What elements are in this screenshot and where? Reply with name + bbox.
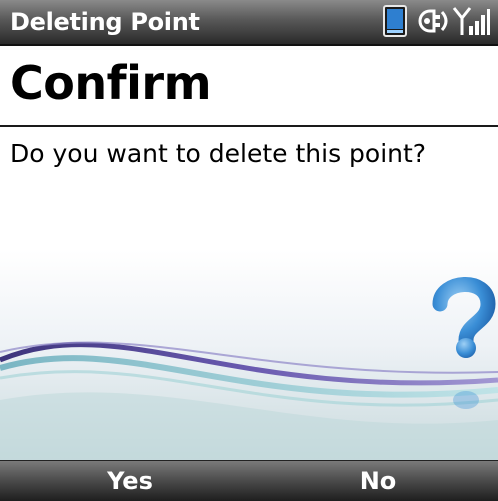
window-title: Deleting Point xyxy=(10,8,200,36)
softkey-bar: Yes No xyxy=(0,460,498,501)
status-icons xyxy=(382,4,492,40)
title-bar: Deleting Point xyxy=(0,0,498,46)
dialog-heading: Confirm xyxy=(10,56,212,110)
heading-divider xyxy=(0,125,498,127)
yes-softkey[interactable]: Yes xyxy=(30,461,230,501)
connectivity-icon[interactable] xyxy=(414,4,450,38)
signal-strength-icon[interactable] xyxy=(452,4,490,38)
no-softkey[interactable]: No xyxy=(278,461,478,501)
background-wave-art xyxy=(0,250,498,460)
dialog-message: Do you want to delete this point? xyxy=(10,139,427,168)
device-status-icon[interactable] xyxy=(382,4,408,38)
